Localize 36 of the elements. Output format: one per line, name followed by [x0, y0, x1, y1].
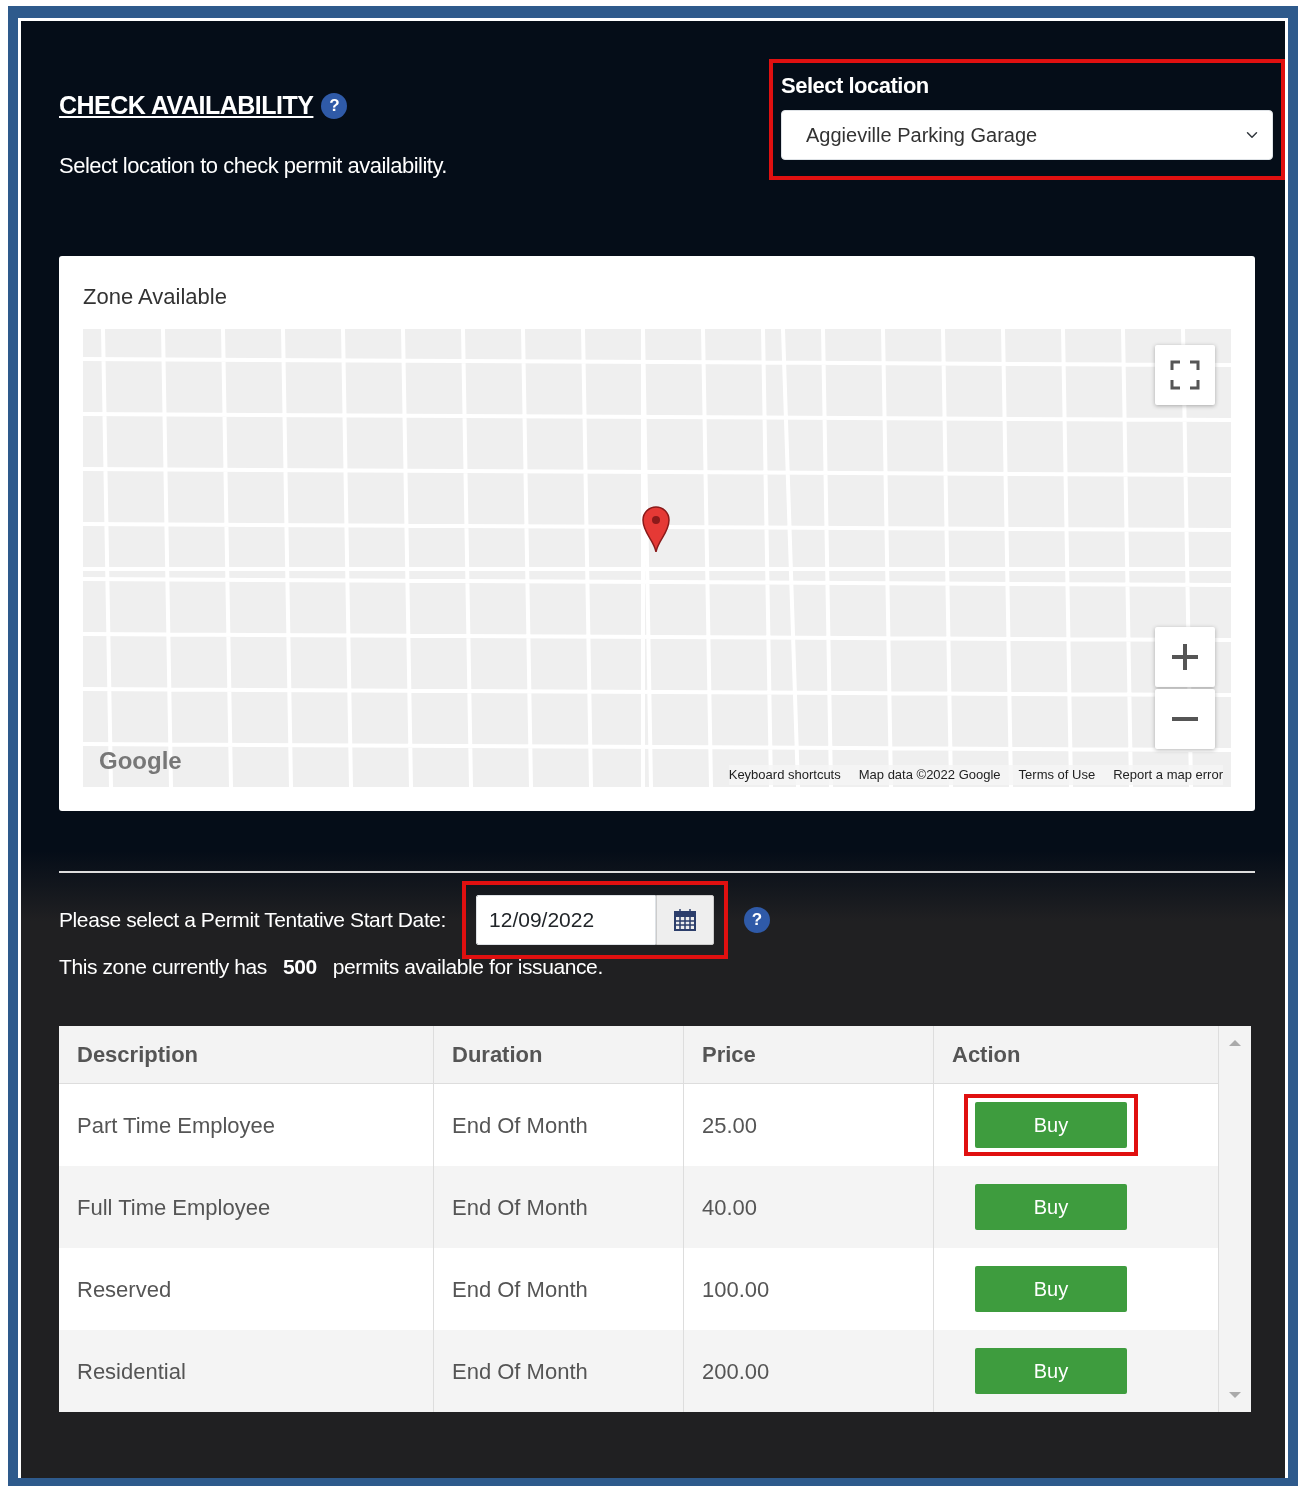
help-button[interactable]: ?: [744, 906, 771, 933]
date-input[interactable]: 12/09/2022: [476, 894, 657, 945]
table-cell: End Of Month: [434, 1330, 684, 1412]
plus-icon: [1170, 641, 1200, 672]
map-footer-link[interactable]: Keyboard shortcuts: [728, 765, 841, 785]
section-title: CHECK AVAILABILITY: [59, 90, 314, 121]
location-select[interactable]: Aggieville Parking Garage: [781, 110, 1273, 160]
fullscreen-button[interactable]: [1155, 344, 1215, 405]
calendar-button[interactable]: [656, 894, 715, 945]
column-header: Duration: [434, 1026, 684, 1084]
field-label: Please select a Permit Tentative Start Date:: [59, 906, 447, 933]
fullscreen-icon: [1170, 359, 1200, 390]
field-label: Select location: [781, 72, 930, 100]
zoom-out-button[interactable]: [1155, 688, 1215, 749]
zoom-in-button[interactable]: [1155, 626, 1215, 687]
availability-text: permits available for issuance.: [332, 953, 603, 980]
table-cell: End Of Month: [434, 1166, 684, 1248]
permit-count: 500: [282, 953, 317, 980]
instruction-text: Select location to check permit availability.: [59, 151, 447, 180]
table-cell: 200.00: [684, 1330, 934, 1412]
column-header: Action: [934, 1026, 1219, 1084]
map-footer-link[interactable]: Report a map error: [1113, 765, 1223, 785]
help-button[interactable]: ?: [321, 92, 348, 119]
table-cell: 40.00: [684, 1166, 934, 1248]
card-title: Zone Available: [83, 282, 228, 311]
column-header: Price: [684, 1026, 934, 1084]
availability-text: This zone currently has: [59, 953, 267, 980]
calendar-icon: [673, 907, 698, 932]
minus-icon: [1172, 716, 1198, 721]
table-cell: Residential: [59, 1330, 434, 1412]
map-footer-link[interactable]: Terms of Use: [1018, 765, 1096, 785]
table-cell: Full Time Employee: [59, 1166, 434, 1248]
map-footer-link[interactable]: Map data ©2022 Google: [858, 765, 1001, 785]
map-logo: Google: [99, 745, 182, 776]
column-header: Description: [59, 1026, 434, 1084]
map-pin-icon: [641, 504, 671, 553]
